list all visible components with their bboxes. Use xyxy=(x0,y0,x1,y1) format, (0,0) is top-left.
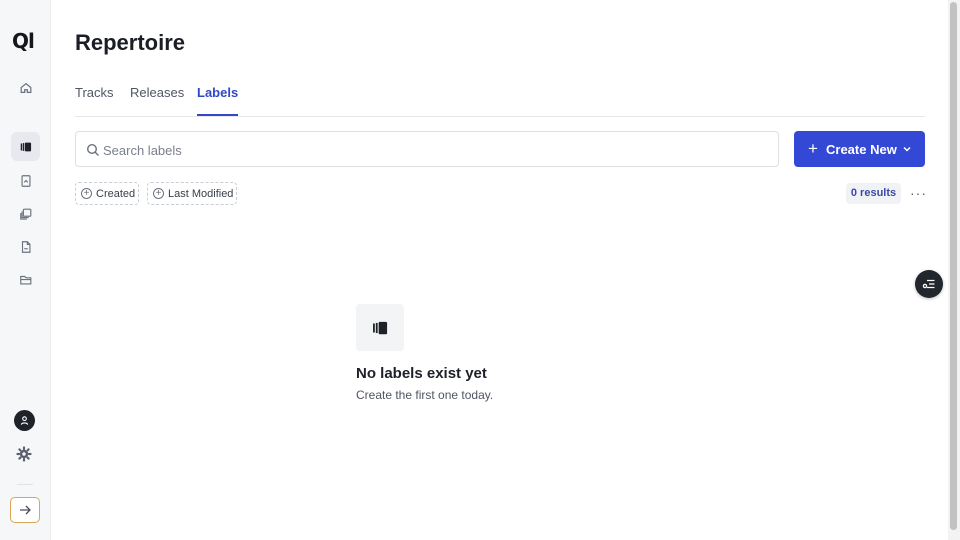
scrollbar[interactable] xyxy=(948,0,960,540)
results-count: 0 results xyxy=(846,183,901,204)
folder-icon xyxy=(19,275,31,285)
plus-circle-icon: + xyxy=(153,188,164,199)
sidebar-item-documents[interactable] xyxy=(11,166,40,195)
search-input[interactable] xyxy=(103,140,763,160)
plus-circle-icon: + xyxy=(81,188,92,199)
empty-state-subtitle: Create the first one today. xyxy=(356,388,494,402)
search-box xyxy=(75,131,779,167)
sidebar-item-folders[interactable] xyxy=(11,265,40,294)
document-icon xyxy=(20,174,31,187)
labels-icon xyxy=(20,142,31,151)
sidebar-item-labels[interactable] xyxy=(11,132,40,161)
sidebar-divider xyxy=(17,484,33,485)
scrollbar-thumb[interactable] xyxy=(950,2,957,530)
sidebar-item-collections[interactable] xyxy=(11,199,40,228)
tab-tracks[interactable]: Tracks xyxy=(75,84,114,116)
app-logo[interactable]: Ql xyxy=(12,30,40,52)
search-icon xyxy=(86,143,99,156)
filter-created-label: Created xyxy=(96,188,136,200)
plus-icon: + xyxy=(808,139,818,158)
empty-state-title: No labels exist yet xyxy=(356,365,487,382)
empty-state-icon xyxy=(356,304,404,351)
user-icon xyxy=(20,416,29,425)
filter-last-modified[interactable]: + Last Modified xyxy=(147,182,237,205)
file-icon xyxy=(21,240,31,253)
user-avatar[interactable] xyxy=(14,410,35,431)
sidebar-item-home[interactable] xyxy=(11,73,40,102)
expand-sidebar-button[interactable] xyxy=(10,497,40,523)
labels-icon xyxy=(373,321,388,334)
page-title: Repertoire xyxy=(75,30,186,55)
layers-icon xyxy=(19,208,31,220)
create-new-label: Create New xyxy=(826,142,897,157)
gear-icon[interactable] xyxy=(16,446,32,462)
tab-bar: Tracks Releases Labels xyxy=(75,84,925,117)
sidebar-item-files[interactable] xyxy=(11,232,40,261)
filter-list-icon xyxy=(922,279,935,289)
create-new-button[interactable]: + Create New xyxy=(794,131,925,167)
main-content: Repertoire Tracks Releases Labels + Crea… xyxy=(51,0,948,540)
more-options-icon[interactable]: ··· xyxy=(910,185,927,201)
floating-action-button[interactable] xyxy=(915,270,943,298)
sidebar: Ql xyxy=(0,0,51,540)
filter-last-modified-label: Last Modified xyxy=(168,188,234,200)
app-root: Ql Repertoire Tracks Releases Labels Sea… xyxy=(0,0,960,540)
filter-created[interactable]: + Created xyxy=(75,182,139,205)
tab-labels[interactable]: Labels xyxy=(197,84,239,116)
chevron-down-icon[interactable] xyxy=(902,144,912,154)
home-icon xyxy=(20,82,31,93)
arrow-right-icon xyxy=(20,505,31,515)
tab-releases[interactable]: Releases xyxy=(130,84,184,116)
